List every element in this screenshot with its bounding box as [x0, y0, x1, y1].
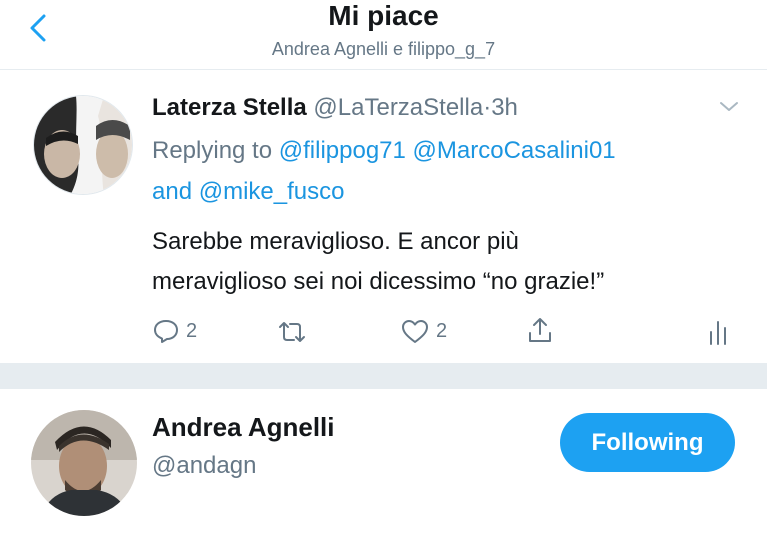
tweet-author-avatar[interactable]	[33, 95, 133, 195]
analytics-button[interactable]	[706, 318, 730, 346]
page-title: Mi piace	[328, 0, 439, 31]
retweet-button[interactable]	[276, 319, 308, 345]
share-icon	[529, 318, 551, 342]
avatar-image	[34, 96, 132, 194]
mention-link[interactable]: @MarcoCasalini01	[413, 137, 616, 164]
section-divider	[0, 363, 767, 389]
replying-to-line: Replying to @filippog71 @MarcoCasalini01	[152, 137, 616, 165]
tweet-header: Laterza Stella @LaTerzaStella·3h	[152, 94, 518, 122]
replying-to-label: Replying to	[152, 137, 273, 164]
chevron-down-icon	[720, 102, 738, 111]
user-handle[interactable]: @andagn	[152, 452, 256, 480]
reply-icon	[154, 320, 178, 343]
mention-link[interactable]: @filippog71	[279, 137, 406, 164]
and-others-link[interactable]: and	[152, 178, 192, 205]
user-name[interactable]: Andrea Agnelli	[152, 412, 335, 443]
tweet-text-line: meraviglioso sei noi dicessimo “no grazi…	[152, 268, 605, 295]
tweet-timestamp[interactable]: 3h	[491, 94, 518, 121]
tweet-author-handle[interactable]: @LaTerzaStella	[313, 94, 483, 121]
retweet-icon	[279, 322, 305, 342]
reply-count: 2	[186, 319, 198, 342]
tweet-dot-separator: ·	[483, 94, 492, 121]
header-bar: Mi piace Andrea Agnelli e filippo_g_7	[0, 0, 767, 70]
replying-to-line-2: and @mike_fusco	[152, 178, 344, 206]
following-button[interactable]: Following	[560, 413, 735, 472]
page-subtitle: Andrea Agnelli e filippo_g_7	[271, 39, 496, 59]
reply-button[interactable]: 2	[152, 317, 197, 345]
tweet-author-name[interactable]: Laterza Stella	[152, 94, 307, 121]
share-button[interactable]	[526, 315, 554, 345]
avatar-image	[31, 410, 137, 516]
tweet-text-line: Sarebbe meraviglioso. E ancor più	[152, 228, 519, 255]
like-count: 2	[436, 319, 448, 342]
tweet-more-button[interactable]	[716, 96, 742, 116]
heart-icon	[402, 320, 428, 343]
user-avatar[interactable]	[31, 410, 137, 516]
mention-link[interactable]: @mike_fusco	[199, 178, 345, 205]
like-button[interactable]: 2	[400, 317, 447, 345]
analytics-icon	[710, 321, 726, 345]
